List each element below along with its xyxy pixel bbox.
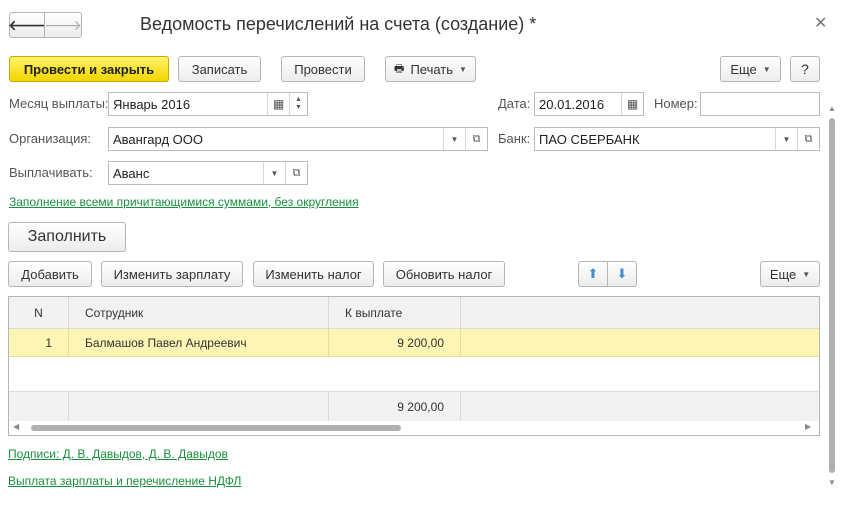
scrollbar-thumb[interactable] <box>31 425 401 431</box>
more-button[interactable]: Еще ▼ <box>720 56 781 82</box>
bank-value: ПАО СБЕРБАНК <box>539 131 640 147</box>
arrow-left-icon: 🡐 <box>8 16 46 33</box>
update-tax-button[interactable]: Обновить налог <box>383 261 505 287</box>
bank-field[interactable]: ПАО СБЕРБАНК ▼ ⧉ <box>534 127 820 151</box>
chevron-down-icon: ▼ <box>459 64 467 74</box>
arrow-right-icon: 🡒 <box>44 16 82 33</box>
open-icon[interactable]: ⧉ <box>285 162 307 184</box>
signatures-link[interactable]: Подписи: Д. В. Давыдов, Д. В. Давыдов <box>8 447 228 461</box>
bank-label: Банк: <box>498 131 531 146</box>
vertical-scrollbar[interactable]: ▲ ▼ <box>826 104 838 494</box>
table-row[interactable]: 1 Балмашов Павел Андреевич 9 200,00 <box>9 329 819 357</box>
pay-label: Выплачивать: <box>9 165 93 180</box>
column-header-n[interactable]: N <box>9 297 69 328</box>
footer-total: 9 200,00 <box>329 392 461 421</box>
open-icon[interactable]: ⧉ <box>465 128 487 150</box>
post-button[interactable]: Провести <box>281 56 365 82</box>
help-button[interactable]: ? <box>790 56 820 82</box>
month-field[interactable]: Январь 2016 ▦ ▲ ▼ <box>108 92 308 116</box>
change-tax-button[interactable]: Изменить налог <box>253 261 374 287</box>
pay-field[interactable]: Аванс ▼ ⧉ <box>108 161 308 185</box>
horizontal-scrollbar[interactable]: ◀ ▶ <box>9 421 819 435</box>
back-button[interactable]: 🡐 <box>8 12 46 38</box>
footer-n-cell <box>9 392 69 421</box>
month-value: Январь 2016 <box>113 96 191 112</box>
move-down-button[interactable]: ⬇ <box>607 261 637 287</box>
scroll-left-icon[interactable]: ◀ <box>13 422 19 431</box>
forward-button[interactable]: 🡒 <box>44 12 82 38</box>
move-up-button[interactable]: ⬆ <box>578 261 608 287</box>
open-icon[interactable]: ⧉ <box>797 128 819 150</box>
calendar-icon[interactable]: ▦ <box>267 93 289 115</box>
pay-value: Аванс <box>113 165 150 181</box>
number-field[interactable] <box>700 92 820 116</box>
employees-table[interactable]: N Сотрудник К выплате 1 Балмашов Павел А… <box>8 296 820 436</box>
change-salary-button[interactable]: Изменить зарплату <box>101 261 243 287</box>
column-header-amount[interactable]: К выплате <box>329 297 461 328</box>
date-label: Дата: <box>498 96 531 111</box>
add-button[interactable]: Добавить <box>8 261 92 287</box>
chevron-down-icon[interactable]: ▼ <box>443 128 465 150</box>
chevron-down-icon: ▼ <box>802 269 811 279</box>
scroll-right-icon[interactable]: ▶ <box>805 422 811 431</box>
print-label: Печать <box>410 61 454 77</box>
page-title: Ведомость перечислений на счета (создани… <box>140 14 537 34</box>
footer-employee-cell <box>69 392 329 421</box>
row-number: 1 <box>9 329 69 356</box>
table-header: N Сотрудник К выплате <box>9 297 819 329</box>
close-icon[interactable]: ✕ <box>814 13 827 33</box>
scroll-down-icon[interactable]: ▼ <box>828 478 836 487</box>
arrow-down-icon: ⬇ <box>616 266 628 281</box>
spin-icon[interactable]: ▲ ▼ <box>289 93 307 115</box>
post-and-close-button[interactable]: Провести и закрыть <box>9 56 169 82</box>
scroll-up-icon[interactable]: ▲ <box>828 104 836 113</box>
printer-icon: 🖶 <box>394 62 405 75</box>
date-field[interactable]: 20.01.2016 ▦ <box>534 92 644 116</box>
table-footer: 9 200,00 <box>9 391 819 421</box>
org-label: Организация: <box>9 131 92 146</box>
number-label: Номер: <box>654 96 698 111</box>
chevron-down-icon[interactable]: ▼ <box>775 128 797 150</box>
arrow-up-icon: ⬆ <box>587 266 599 281</box>
calendar-icon[interactable]: ▦ <box>621 93 643 115</box>
month-label: Месяц выплаты: <box>9 96 109 111</box>
vertical-scrollbar-thumb[interactable] <box>829 118 835 473</box>
row-employee: Балмашов Павел Андреевич <box>69 329 329 356</box>
date-value: 20.01.2016 <box>539 96 605 112</box>
payment-link[interactable]: Выплата зарплаты и перечисление НДФЛ <box>8 474 241 488</box>
chevron-down-icon[interactable]: ▼ <box>263 162 285 184</box>
table-more-button[interactable]: Еще ▼ <box>760 261 820 287</box>
more-label: Еще <box>730 61 757 77</box>
column-header-employee[interactable]: Сотрудник <box>69 297 329 328</box>
org-value: Авангард ООО <box>113 131 203 147</box>
print-button[interactable]: 🖶 Печать ▼ <box>385 56 476 82</box>
save-button[interactable]: Записать <box>178 56 261 82</box>
row-amount: 9 200,00 <box>329 329 461 356</box>
fill-mode-link[interactable]: Заполнение всеми причитающимися суммами,… <box>9 195 359 209</box>
fill-button[interactable]: Заполнить <box>8 222 126 252</box>
org-field[interactable]: Авангард ООО ▼ ⧉ <box>108 127 488 151</box>
table-more-label: Еще <box>769 266 797 282</box>
chevron-down-icon: ▼ <box>762 64 771 74</box>
